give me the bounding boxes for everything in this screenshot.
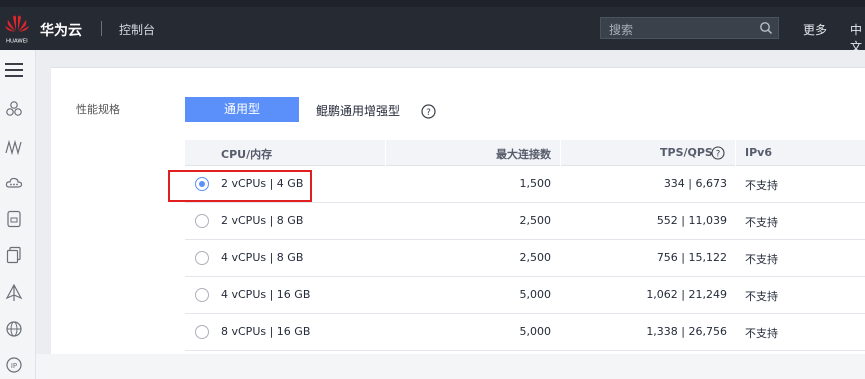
ipv6-cell: 不支持: [745, 327, 778, 340]
top-strip: [0, 0, 865, 7]
deploy-icon[interactable]: [5, 284, 23, 302]
top-gap: [51, 50, 865, 67]
ip-icon[interactable]: IP: [5, 356, 23, 374]
menu-icon[interactable]: [5, 62, 23, 78]
ipv6-cell: 不支持: [745, 290, 778, 303]
row-radio[interactable]: [195, 214, 209, 228]
cpu-cell: 8 vCPUs | 16 GB: [221, 325, 311, 338]
svg-text:?: ?: [716, 150, 721, 160]
tps-cell: 552 | 11,039: [656, 214, 727, 227]
tps-cell: 1,062 | 21,249: [646, 288, 727, 301]
tab-general[interactable]: 通用型: [185, 97, 299, 122]
svg-text:IP: IP: [11, 362, 17, 370]
tab-kunpeng[interactable]: 鲲鹏通用增强型: [316, 102, 400, 119]
conn-cell: 5,000: [519, 325, 552, 338]
monitor-icon[interactable]: [5, 138, 23, 156]
table-row[interactable]: 4 vCPUs | 16 GB 5,000 1,062 | 21,249 不支持: [185, 277, 865, 314]
tps-cell: 756 | 15,122: [656, 251, 727, 264]
bottom-area: [36, 354, 865, 379]
globe-icon[interactable]: [5, 320, 23, 338]
logo-text: HUAWEI: [6, 38, 28, 45]
header-conn: 最大连接数: [496, 148, 551, 161]
table-row[interactable]: 2 vCPUs | 8 GB 2,500 552 | 11,039 不支持: [185, 203, 865, 240]
disk-icon[interactable]: [5, 210, 23, 228]
header-divider: [735, 140, 736, 166]
more-menu[interactable]: 更多: [803, 21, 827, 38]
sidebar: IP: [0, 50, 36, 379]
header-cpu: CPU/内存: [221, 148, 273, 161]
huawei-logo[interactable]: HUAWEI: [4, 11, 30, 45]
row-radio[interactable]: [195, 288, 209, 302]
ipv6-cell: 不支持: [745, 216, 778, 229]
search-box[interactable]: 搜索: [600, 17, 779, 39]
cpu-cell: 4 vCPUs | 8 GB: [221, 251, 304, 264]
brand-title[interactable]: 华为云: [40, 20, 82, 40]
tps-cell: 1,338 | 26,756: [646, 325, 727, 338]
header-ipv6: IPv6: [745, 146, 772, 159]
search-input[interactable]: 搜索: [609, 21, 633, 38]
header-divider: [101, 21, 102, 36]
table-header: CPU/内存 最大连接数 TPS/QPS ? IPv6: [185, 140, 865, 166]
svg-text:?: ?: [426, 108, 431, 118]
tps-cell: 334 | 6,673: [663, 177, 727, 190]
cluster-icon[interactable]: [5, 100, 23, 118]
help-icon[interactable]: ?: [421, 104, 436, 119]
ipv6-cell: 不支持: [745, 179, 778, 192]
search-icon[interactable]: [759, 21, 773, 35]
tps-help-icon[interactable]: ?: [711, 146, 725, 160]
table-row[interactable]: 8 vCPUs | 16 GB 5,000 1,338 | 26,756 不支持: [185, 314, 865, 351]
spec-label: 性能规格: [76, 103, 120, 116]
console-link[interactable]: 控制台: [119, 21, 155, 38]
conn-cell: 1,500: [519, 177, 552, 190]
cloud-icon[interactable]: [5, 174, 23, 192]
cpu-cell: 2 vCPUs | 8 GB: [221, 214, 304, 227]
header-divider: [385, 140, 386, 166]
ipv6-cell: 不支持: [745, 253, 778, 266]
table-row[interactable]: 4 vCPUs | 8 GB 2,500 756 | 15,122 不支持: [185, 240, 865, 277]
cpu-cell: 4 vCPUs | 16 GB: [221, 288, 311, 301]
conn-cell: 2,500: [519, 214, 552, 227]
header-tps: TPS/QPS: [660, 146, 713, 159]
huawei-logo-icon: [5, 15, 29, 32]
row-radio[interactable]: [195, 251, 209, 265]
row-radio[interactable]: [195, 325, 209, 339]
conn-cell: 2,500: [519, 251, 552, 264]
top-bar: HUAWEI 华为云 控制台 搜索 更多 中文: [0, 7, 865, 54]
selection-highlight: [168, 170, 312, 202]
header-divider: [560, 140, 561, 166]
copy-icon[interactable]: [5, 246, 23, 264]
conn-cell: 5,000: [519, 288, 552, 301]
